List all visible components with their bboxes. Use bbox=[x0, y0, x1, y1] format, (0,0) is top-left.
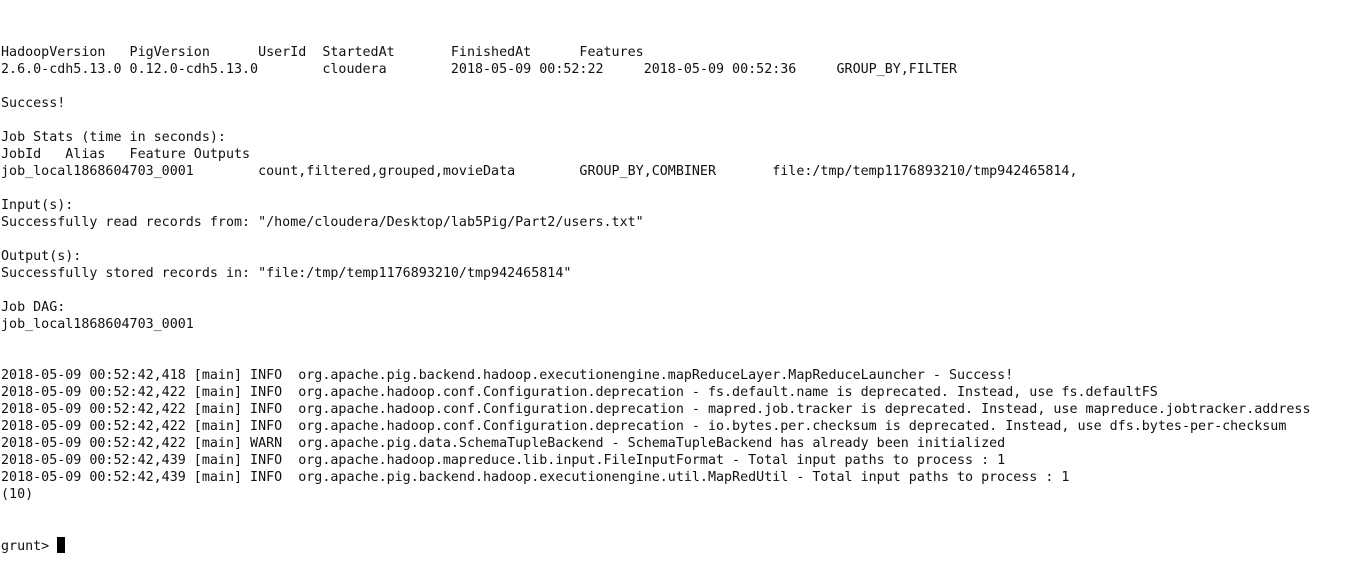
output-line: Success! bbox=[1, 96, 66, 111]
command-prompt-line[interactable]: grunt> bbox=[1, 537, 1355, 554]
output-line: 2.6.0-cdh5.13.0 0.12.0-cdh5.13.0 clouder… bbox=[1, 62, 958, 77]
output-line: Output(s): bbox=[1, 249, 82, 264]
output-line: 2018-05-09 00:52:42,422 [main] INFO org.… bbox=[1, 385, 1158, 400]
output-line: 2018-05-09 00:52:42,422 [main] WARN org.… bbox=[1, 436, 1006, 451]
output-line: (10) bbox=[1, 487, 34, 502]
text-cursor bbox=[57, 537, 66, 553]
output-line: 2018-05-09 00:52:42,422 [main] INFO org.… bbox=[1, 419, 1287, 434]
prompt-label: grunt> bbox=[1, 539, 58, 554]
output-line: 2018-05-09 00:52:42,422 [main] INFO org.… bbox=[1, 402, 1311, 417]
output-line: HadoopVersion PigVersion UserId StartedA… bbox=[1, 45, 644, 60]
output-line: Job DAG: bbox=[1, 300, 66, 315]
output-lines: HadoopVersion PigVersion UserId StartedA… bbox=[1, 44, 1355, 503]
output-line: job_local1868604703_0001 bbox=[1, 317, 194, 332]
output-line: Input(s): bbox=[1, 198, 74, 213]
output-line: job_local1868604703_0001 count,filtered,… bbox=[1, 164, 1078, 179]
output-line: JobId Alias Feature Outputs bbox=[1, 147, 251, 162]
output-line: 2018-05-09 00:52:42,439 [main] INFO org.… bbox=[1, 453, 1006, 468]
output-line: Successfully stored records in: "file:/t… bbox=[1, 266, 572, 281]
output-line: Job Stats (time in seconds): bbox=[1, 130, 226, 145]
output-line: 2018-05-09 00:52:42,439 [main] INFO org.… bbox=[1, 470, 1070, 485]
output-line: 2018-05-09 00:52:42,418 [main] INFO org.… bbox=[1, 368, 1014, 383]
output-line: Successfully read records from: "/home/c… bbox=[1, 215, 644, 230]
terminal-output[interactable]: HadoopVersion PigVersion UserId StartedA… bbox=[1, 10, 1355, 554]
